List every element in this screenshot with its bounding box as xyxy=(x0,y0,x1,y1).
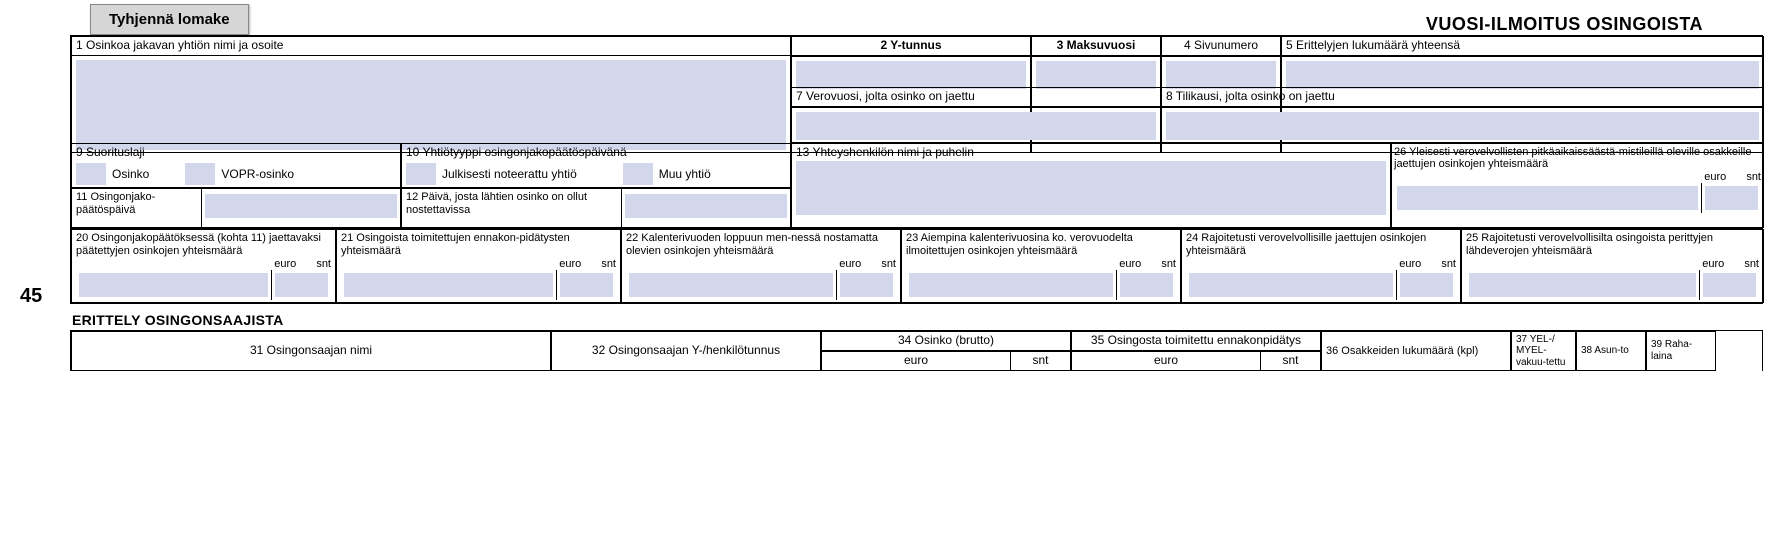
field-9-label: 9 Suorituslaji xyxy=(76,146,396,160)
field-7-input[interactable] xyxy=(796,112,1156,140)
field-26-snt-input[interactable] xyxy=(1705,186,1758,210)
field-9-osinko-label: Osinko xyxy=(112,167,149,181)
snt-label: snt xyxy=(316,258,331,270)
margin-number: 45 xyxy=(20,285,42,308)
field-25-euro-input[interactable] xyxy=(1469,273,1696,297)
field-22-euro-input[interactable] xyxy=(629,273,833,297)
snt-label: snt xyxy=(1441,258,1456,270)
field-26-euro-input[interactable] xyxy=(1397,186,1698,210)
snt-label: snt xyxy=(601,258,616,270)
field-4-input[interactable] xyxy=(1166,61,1276,89)
euro-label: euro xyxy=(1072,352,1260,370)
field-13-input[interactable] xyxy=(796,161,1386,215)
field-21-label: 21 Osingoista toimitettujen ennakon-pidä… xyxy=(341,232,616,257)
field-2-input[interactable] xyxy=(796,61,1026,89)
field-38-label: 38 Asun-to xyxy=(1581,345,1641,357)
field-10-muu-checkbox[interactable] xyxy=(623,163,653,185)
field-25-label: 25 Rajoitetusti verovelvollisilta osingo… xyxy=(1466,232,1759,257)
field-25-snt-input[interactable] xyxy=(1703,273,1756,297)
field-39-label: 39 Raha-laina xyxy=(1651,339,1711,362)
clear-form-button[interactable]: Tyhjennä lomake xyxy=(90,4,249,35)
euro-label: euro xyxy=(839,258,861,270)
field-1-input[interactable] xyxy=(76,60,786,150)
field-9-vopr-checkbox[interactable] xyxy=(185,163,215,185)
snt-label: snt xyxy=(1260,352,1320,370)
section-heading-erittely: ERITTELY OSINGONSAAJISTA xyxy=(72,312,1763,328)
field-23-euro-input[interactable] xyxy=(909,273,1113,297)
field-36-label: 36 Osakkeiden lukumäärä (kpl) xyxy=(1326,345,1506,358)
field-12-label: 12 Päivä, josta lähtien osinko on ollut … xyxy=(406,191,617,216)
euro-label: euro xyxy=(274,258,296,270)
field-4-label: 4 Sivunumero xyxy=(1166,39,1276,53)
field-20-snt-input[interactable] xyxy=(275,273,328,297)
field-35-label: 35 Osingosta toimitettu ennakonpidätys xyxy=(1076,334,1316,348)
field-20-euro-input[interactable] xyxy=(79,273,268,297)
euro-label: euro xyxy=(822,352,1010,370)
field-3-label: 3 Maksuvuosi xyxy=(1036,39,1156,53)
form-title: VUOSI-ILMOITUS OSINGOISTA xyxy=(1426,4,1703,35)
field-26-label: 26 Yleisesti verovelvollisten pitkäaikai… xyxy=(1394,146,1761,171)
field-22-label: 22 Kalenterivuoden loppuun men-nessä nos… xyxy=(626,232,896,257)
field-24-snt-input[interactable] xyxy=(1400,273,1453,297)
field-24-euro-input[interactable] xyxy=(1189,273,1393,297)
field-9-vopr-label: VOPR-osinko xyxy=(221,167,294,181)
field-21-euro-input[interactable] xyxy=(344,273,553,297)
euro-label: euro xyxy=(1399,258,1421,270)
snt-label: snt xyxy=(1744,258,1759,270)
field-1-label: 1 Osinkoa jakavan yhtiön nimi ja osoite xyxy=(76,39,786,53)
field-10-label: 10 Yhtiötyyppi osingonjakopäätöspäivänä xyxy=(406,146,786,160)
field-37-label: 37 YEL-/ MYEL-vakuu-tettu xyxy=(1516,334,1571,369)
field-23-label: 23 Aiempina kalenterivuosina ko. verovuo… xyxy=(906,232,1176,257)
field-23-snt-input[interactable] xyxy=(1120,273,1173,297)
field-31-label: 31 Osingonsaajan nimi xyxy=(76,344,546,358)
field-9-osinko-checkbox[interactable] xyxy=(76,163,106,185)
field-3-input[interactable] xyxy=(1036,61,1156,89)
snt-label: snt xyxy=(1746,171,1761,183)
euro-label: euro xyxy=(1704,171,1726,183)
field-5-label: 5 Erittelyjen lukumäärä yhteensä xyxy=(1286,39,1759,53)
field-8-input[interactable] xyxy=(1166,112,1759,140)
field-21-snt-input[interactable] xyxy=(560,273,613,297)
field-32-label: 32 Osingonsaajan Y-/henkilötunnus xyxy=(556,344,816,358)
field-11-label: 11 Osingonjako-päätöspäivä xyxy=(76,191,197,216)
field-20-label: 20 Osingonjakopäätöksessä (kohta 11) jae… xyxy=(76,232,331,257)
field-13-label: 13 Yhteyshenkilön nimi ja puhelin xyxy=(796,146,1386,160)
field-10-julk-checkbox[interactable] xyxy=(406,163,436,185)
field-5-input[interactable] xyxy=(1286,61,1759,89)
field-12-input[interactable] xyxy=(625,194,787,218)
field-8-label: 8 Tilikausi, jolta osinko on jaettu xyxy=(1166,90,1759,104)
field-10-muu-label: Muu yhtiö xyxy=(659,167,711,181)
field-10-julk-label: Julkisesti noteerattu yhtiö xyxy=(442,167,577,181)
euro-label: euro xyxy=(1702,258,1724,270)
snt-label: snt xyxy=(1010,352,1070,370)
field-7-label: 7 Verovuosi, jolta osinko on jaettu xyxy=(796,90,1156,104)
euro-label: euro xyxy=(1119,258,1141,270)
field-34-label: 34 Osinko (brutto) xyxy=(826,334,1066,348)
field-22-snt-input[interactable] xyxy=(840,273,893,297)
euro-label: euro xyxy=(559,258,581,270)
field-11-input[interactable] xyxy=(205,194,397,218)
snt-label: snt xyxy=(1161,258,1176,270)
field-2-label: 2 Y-tunnus xyxy=(796,39,1026,53)
field-24-label: 24 Rajoitetusti verovelvollisille jaettu… xyxy=(1186,232,1456,257)
snt-label: snt xyxy=(881,258,896,270)
